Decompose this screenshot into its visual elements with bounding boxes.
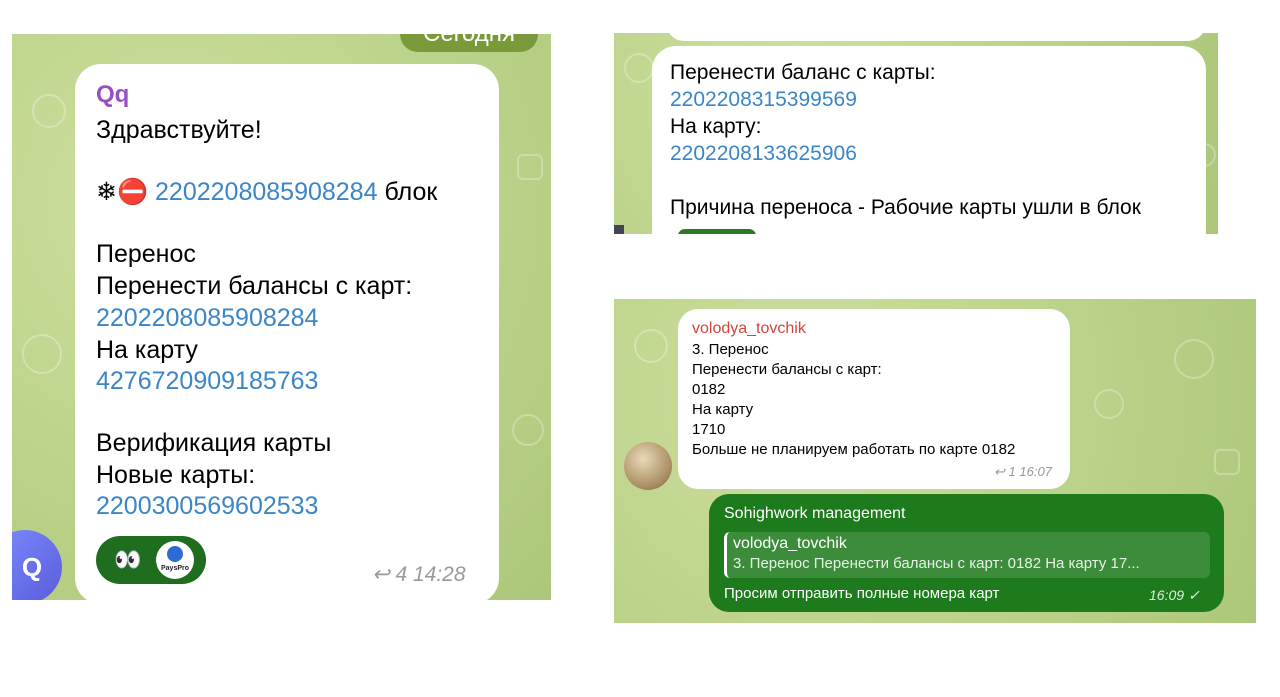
message-line: На карту bbox=[96, 336, 198, 364]
quote-text: 3. Перенос Перенести балансы с карт: 018… bbox=[733, 555, 1140, 572]
message-time: 14:28 bbox=[412, 563, 466, 586]
message-line: ❄⛔ 2202208085908284 блок bbox=[96, 177, 437, 207]
message-meta[interactable]: ↩ 1 16:07 bbox=[994, 464, 1052, 480]
next-message-bubble[interactable] bbox=[678, 229, 756, 234]
message-text: блок bbox=[384, 178, 438, 206]
sender-name[interactable]: volodya_tovchik bbox=[692, 320, 806, 338]
reactions-pill[interactable]: 👀 PaysPro bbox=[96, 536, 206, 584]
chat-screenshot-2: Перенести баланс с карты: 22022083153995… bbox=[614, 33, 1218, 234]
message-line: Перенос bbox=[96, 240, 196, 268]
message-line: Перенести балансы с карт: bbox=[96, 272, 413, 300]
message-time: 16:09 bbox=[1149, 587, 1185, 603]
message-meta[interactable]: ↩ 4 14:28 bbox=[372, 562, 466, 587]
message-time: 16:07 bbox=[1019, 464, 1052, 479]
reply-count: 4 bbox=[395, 563, 408, 586]
paypro-avatar: PaysPro bbox=[156, 541, 194, 579]
reply-arrow-icon: ↩ bbox=[994, 464, 1005, 479]
card-number-link[interactable]: 2202208085908284 bbox=[96, 304, 318, 333]
snowflake-stop-icon: ❄⛔ bbox=[96, 178, 149, 206]
message-line: Здравствуйте! bbox=[96, 116, 262, 144]
card-number-link[interactable]: 2200300569602533 bbox=[96, 492, 318, 521]
previous-message-bubble[interactable] bbox=[666, 33, 1206, 41]
avatar[interactable]: Q bbox=[12, 530, 62, 600]
message-line: На карту bbox=[692, 401, 754, 418]
sender-name[interactable]: Sohighwork management bbox=[724, 505, 905, 523]
avatar[interactable] bbox=[624, 442, 672, 490]
card-number-link[interactable]: 4276720909185763 bbox=[96, 367, 318, 396]
reply-arrow-icon: ↩ bbox=[372, 563, 390, 586]
message-line: 0182 bbox=[692, 381, 726, 398]
sent-check-icon: ✓ bbox=[1187, 587, 1200, 603]
message-line: На карту: bbox=[670, 115, 762, 138]
message-line: 1710 bbox=[692, 421, 726, 438]
message-line: Больше не планируем работать по карте 01… bbox=[692, 441, 1016, 458]
card-number-link[interactable]: 2202208085908284 bbox=[155, 178, 377, 206]
card-number-link[interactable]: 2202208315399569 bbox=[670, 88, 857, 112]
sender-name[interactable]: Qq bbox=[96, 81, 129, 109]
reply-count: 1 bbox=[1008, 464, 1016, 479]
card-number-link[interactable]: 2202208133625906 bbox=[670, 142, 857, 166]
paypro-logo-icon bbox=[167, 546, 183, 562]
message-text: Просим отправить полные номера карт bbox=[724, 585, 1000, 602]
paypro-label: PaysPro bbox=[160, 565, 190, 572]
eyes-reaction-icon: 👀 bbox=[114, 547, 142, 572]
message-line: Новые карты: bbox=[96, 461, 256, 489]
chat-screenshot-3: volodya_tovchik 3. Перенос Перенести бал… bbox=[614, 299, 1256, 623]
avatar[interactable] bbox=[614, 225, 624, 234]
chat-screenshot-1: Сегодня Qq Здравствуйте! ❄⛔ 220220808590… bbox=[12, 34, 551, 600]
message-meta: 16:09 ✓ bbox=[1149, 587, 1200, 604]
date-pill: Сегодня bbox=[400, 34, 538, 52]
message-line: Верификация карты bbox=[96, 429, 332, 457]
message-line: Перенести балансы с карт: bbox=[692, 361, 882, 378]
message-line: Перенести баланс с карты: bbox=[670, 61, 936, 84]
message-line: Причина переноса - Рабочие карты ушли в … bbox=[670, 196, 1141, 219]
quote-sender: volodya_tovchik bbox=[733, 535, 847, 552]
message-line: 3. Перенос bbox=[692, 341, 769, 358]
